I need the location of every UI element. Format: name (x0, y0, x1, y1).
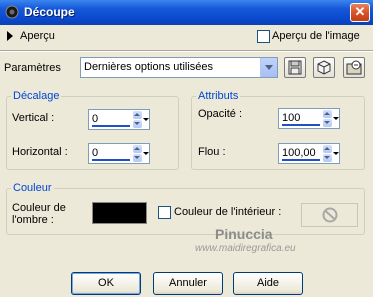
vertical-menu-icon[interactable] (143, 111, 149, 128)
title-bar: Découpe ✕ (0, 0, 373, 25)
window-title: Découpe (24, 5, 75, 19)
horizontal-menu-icon[interactable] (143, 145, 149, 162)
cancel-button[interactable]: Annuler (153, 272, 223, 295)
spin-up-icon[interactable] (133, 145, 142, 153)
close-icon: ✕ (354, 4, 366, 19)
inner-color-swatch-disabled (301, 203, 358, 227)
preset-manager-button[interactable] (343, 57, 365, 78)
horizontal-input[interactable]: 0 (88, 143, 150, 164)
blur-menu-icon[interactable] (333, 145, 339, 162)
image-preview-checkbox[interactable] (257, 30, 270, 43)
value-underline (92, 159, 130, 161)
vertical-input[interactable]: 0 (88, 109, 150, 130)
chevron-down-icon[interactable] (260, 58, 277, 77)
reset-button[interactable] (313, 57, 335, 78)
expand-arrow-icon[interactable] (7, 31, 13, 41)
shadow-color-swatch[interactable] (92, 202, 147, 224)
attributes-group-title: Attributs (196, 90, 241, 102)
no-color-icon (322, 207, 338, 223)
inner-color-checkbox[interactable] (158, 206, 171, 219)
image-preview-label[interactable]: Aperçu de l'image (272, 30, 360, 42)
blur-input[interactable]: 100,00 (278, 143, 340, 164)
help-button[interactable]: Aide (233, 272, 303, 295)
save-preset-button[interactable] (284, 57, 306, 78)
horizontal-label: Horizontal : (12, 146, 68, 158)
watermark-url: www.maidiregrafica.eu (195, 243, 296, 254)
vertical-label: Vertical : (12, 112, 55, 124)
ok-button[interactable]: OK (71, 272, 141, 295)
horizontal-value: 0 (92, 147, 99, 159)
inner-color-label[interactable]: Couleur de l'intérieur : (174, 206, 281, 218)
spin-up-icon[interactable] (323, 110, 332, 118)
spin-down-icon[interactable] (323, 154, 332, 162)
params-select[interactable]: Dernières options utilisées (80, 57, 278, 78)
blur-value: 100,00 (282, 147, 316, 159)
spin-down-icon[interactable] (323, 119, 332, 127)
opacity-input[interactable]: 100 (278, 108, 340, 129)
params-label: Paramètres (4, 62, 61, 74)
opacity-menu-icon[interactable] (333, 110, 339, 127)
color-group-title: Couleur (11, 182, 54, 194)
blur-stepper[interactable] (323, 145, 332, 162)
vertical-value: 0 (92, 113, 99, 125)
opacity-value: 100 (282, 112, 301, 124)
spin-down-icon[interactable] (133, 120, 142, 128)
watermark-name: Pinuccia (215, 226, 273, 242)
value-underline (92, 125, 130, 127)
preview-label[interactable]: Aperçu (20, 30, 55, 42)
opacity-label: Opacité : (198, 108, 243, 120)
spin-up-icon[interactable] (133, 111, 142, 119)
vertical-stepper[interactable] (133, 111, 142, 128)
divider (0, 50, 373, 52)
shadow-color-label-line2: l'ombre : (12, 214, 54, 226)
params-selected-value: Dernières options utilisées (84, 61, 214, 73)
spin-up-icon[interactable] (323, 145, 332, 153)
opacity-stepper[interactable] (323, 110, 332, 127)
reset-cube-icon (317, 60, 331, 75)
shadow-color-label-line1: Couleur de (12, 202, 66, 214)
close-button[interactable]: ✕ (350, 3, 370, 22)
spin-down-icon[interactable] (133, 154, 142, 162)
preview-row: Aperçu Aperçu de l'image (0, 25, 373, 49)
offset-group-title: Décalage (11, 90, 62, 102)
save-preset-icon (288, 60, 302, 75)
app-icon (5, 5, 19, 19)
value-underline (282, 159, 320, 161)
value-underline (282, 124, 320, 126)
blur-label: Flou : (198, 146, 226, 158)
horizontal-stepper[interactable] (133, 145, 142, 162)
preset-manager-icon (346, 60, 362, 75)
